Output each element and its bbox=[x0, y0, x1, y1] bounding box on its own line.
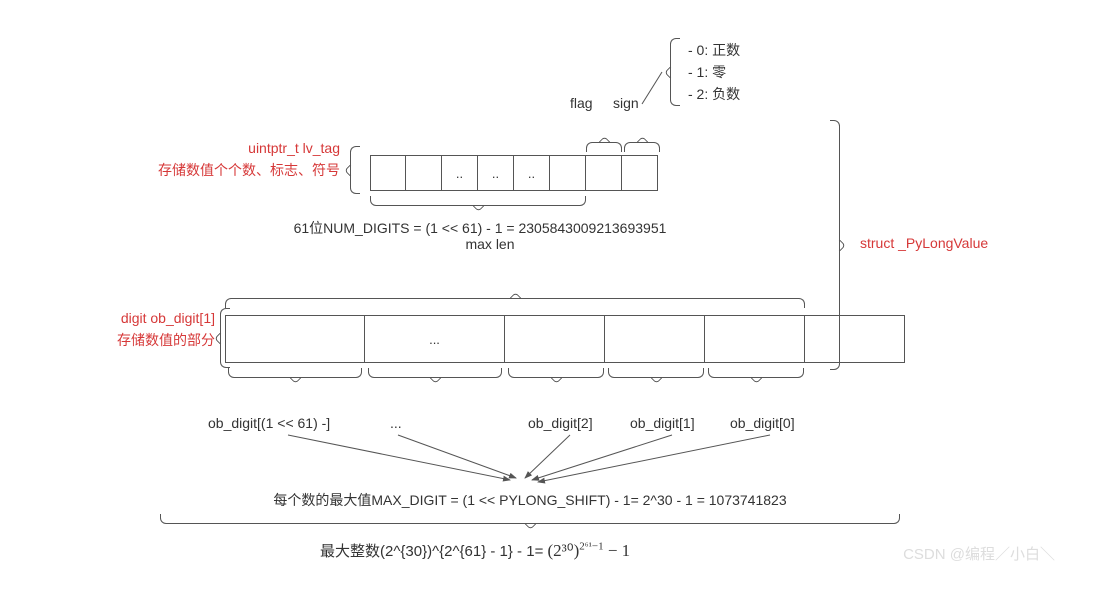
maxlen-up-brace bbox=[225, 298, 805, 308]
connectors bbox=[30, 20, 1065, 570]
digit-label-1: ... bbox=[390, 415, 402, 431]
max-int-suffix: − 1 bbox=[604, 541, 631, 560]
digit-label-4: ob_digit[0] bbox=[730, 415, 795, 431]
sign-item-1: - 1: 零 bbox=[688, 62, 726, 82]
digit-brace-3 bbox=[608, 368, 704, 378]
lv-cell-1 bbox=[406, 155, 442, 191]
numdigits-brace bbox=[370, 196, 586, 206]
digit-cell-1: ... bbox=[365, 315, 505, 363]
max-len-label: max len bbox=[440, 236, 540, 252]
lv-cell-0 bbox=[370, 155, 406, 191]
lv-cell-4-text: .. bbox=[528, 166, 535, 181]
digit-label-3: ob_digit[1] bbox=[630, 415, 695, 431]
max-int-brace bbox=[160, 514, 900, 524]
lv-cell-6-flag bbox=[586, 155, 622, 191]
digit-brace-0 bbox=[228, 368, 362, 378]
lv-tag-line1: uintptr_t lv_tag bbox=[170, 140, 340, 156]
lv-cell-4: .. bbox=[514, 155, 550, 191]
lv-cell-3: .. bbox=[478, 155, 514, 191]
digit-brace-2 bbox=[508, 368, 604, 378]
lv-cell-7-sign bbox=[622, 155, 658, 191]
struct-label: struct _PyLongValue bbox=[860, 235, 988, 251]
digit-cell-1-text: ... bbox=[429, 332, 440, 347]
lv-tag-row: .. .. .. bbox=[370, 155, 658, 191]
max-int-base: (2³⁰) bbox=[548, 541, 580, 560]
digit-cell-3 bbox=[605, 315, 705, 363]
digit-label-2: ob_digit[2] bbox=[528, 415, 593, 431]
digit-cell-5 bbox=[805, 315, 905, 363]
flag-brace bbox=[586, 142, 622, 152]
watermark: CSDN @编程／小白＼ bbox=[903, 543, 1055, 564]
ob-digit-row: ... bbox=[225, 315, 905, 363]
sign-top-brace bbox=[624, 142, 660, 152]
digit-cell-0 bbox=[225, 315, 365, 363]
pylong-diagram: - 0: 正数 - 1: 零 - 2: 负数 flag sign uintptr… bbox=[30, 20, 1065, 570]
digit-label-0: ob_digit[(1 << 61) -] bbox=[208, 415, 330, 431]
digit-cell-4 bbox=[705, 315, 805, 363]
sign-item-2: - 2: 负数 bbox=[688, 84, 740, 104]
max-digit-label: 每个数的最大值MAX_DIGIT = (1 << PYLONG_SHIFT) -… bbox=[150, 490, 910, 510]
lv-tag-brace bbox=[350, 146, 360, 194]
max-int-formula: 最大整数(2^{30})^{2^{61} - 1} - 1= (2³⁰)2⁶¹−… bbox=[320, 540, 630, 561]
lv-cell-2: .. bbox=[442, 155, 478, 191]
max-int-exp: 2⁶¹−1 bbox=[579, 540, 603, 552]
digit-cell-2 bbox=[505, 315, 605, 363]
max-int-prefix: 最大整数(2^{30})^{2^{61} - 1} - 1= bbox=[320, 543, 543, 560]
digit-brace-1 bbox=[368, 368, 502, 378]
ob-digit-line2: 存储数值的部分 bbox=[65, 330, 215, 350]
digit-brace-4 bbox=[708, 368, 804, 378]
lv-cell-5 bbox=[550, 155, 586, 191]
sign-label: sign bbox=[613, 95, 639, 111]
sign-brace bbox=[670, 38, 680, 106]
struct-brace bbox=[830, 120, 840, 370]
lv-tag-line2: 存储数值个个数、标志、符号 bbox=[90, 160, 340, 180]
lv-cell-2-text: .. bbox=[456, 166, 463, 181]
ob-digit-line1: digit ob_digit[1] bbox=[65, 310, 215, 326]
flag-label: flag bbox=[570, 95, 593, 111]
lv-cell-3-text: .. bbox=[492, 166, 499, 181]
sign-item-0: - 0: 正数 bbox=[688, 40, 740, 60]
num-digits-label: 61位NUM_DIGITS = (1 << 61) - 1 = 23058430… bbox=[210, 218, 750, 238]
